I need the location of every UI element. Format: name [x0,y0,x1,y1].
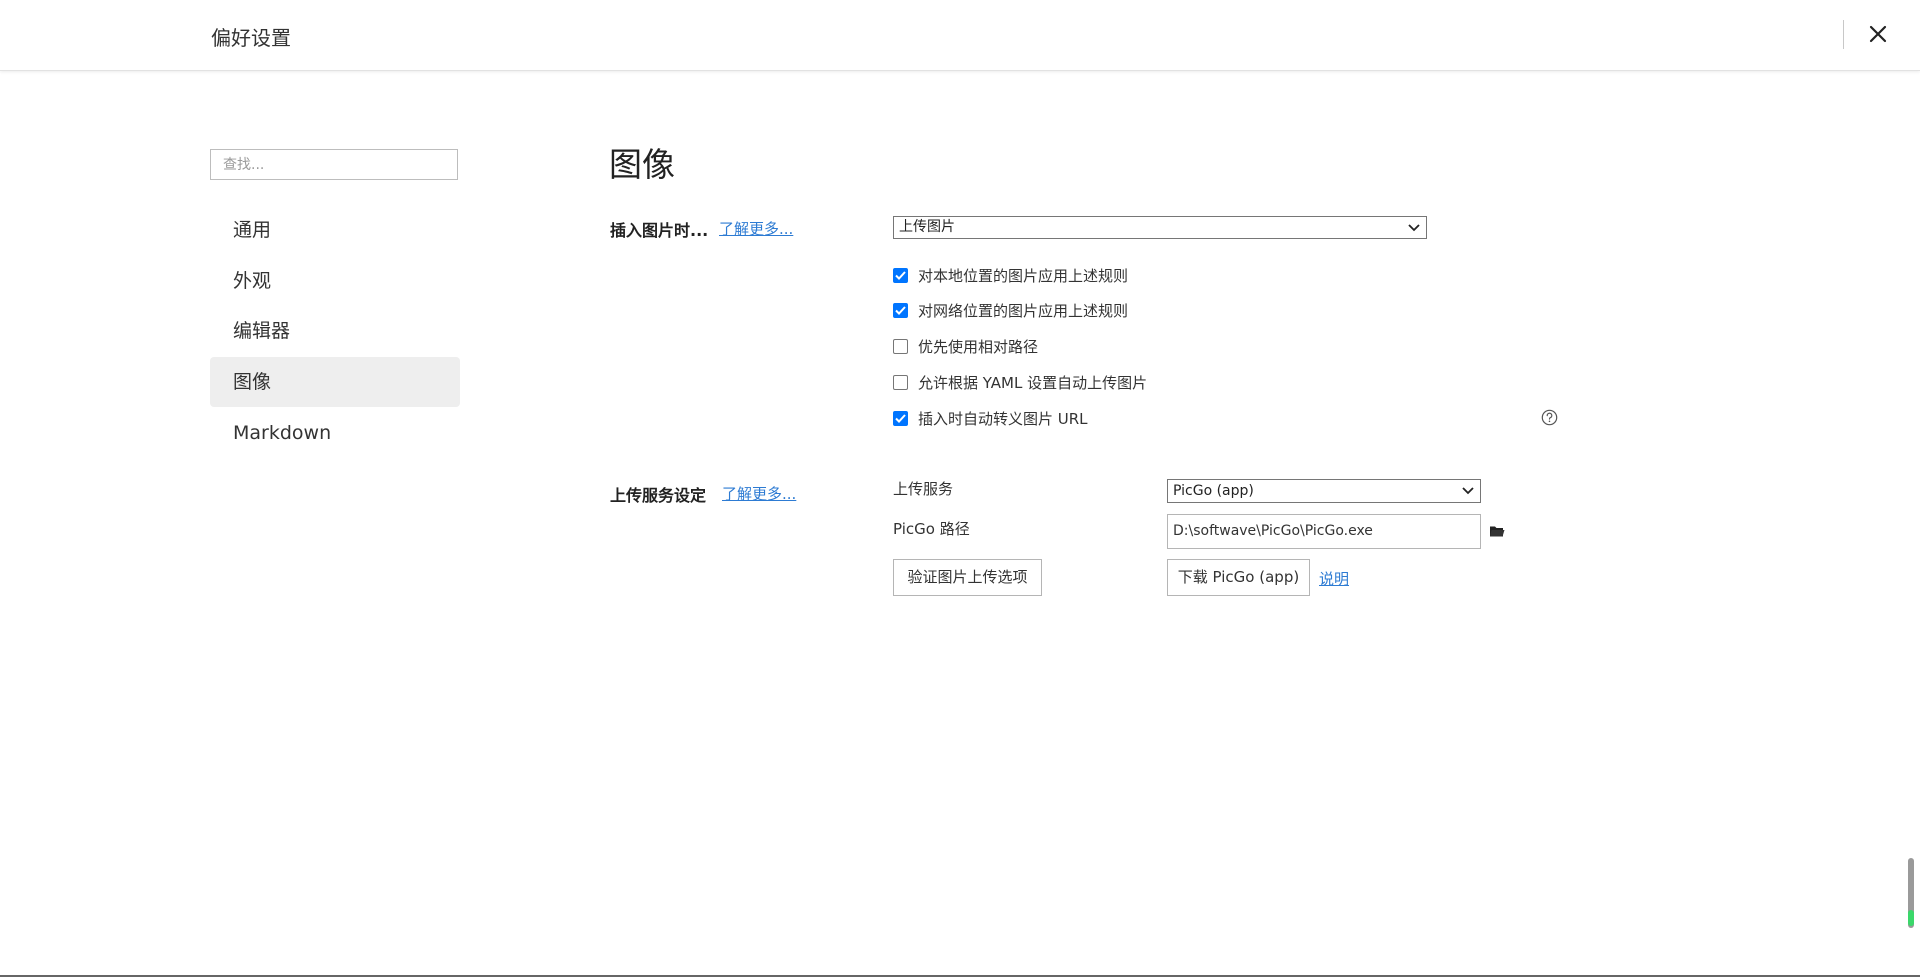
picgo-doc-link[interactable]: 说明 [1319,568,1349,589]
upload-service-value: PicGo (app) [1173,483,1254,499]
chevron-down-icon [1408,223,1420,231]
checkbox-relative-path[interactable] [893,338,908,354]
header-divider [1843,20,1844,49]
sidebar-item-markdown[interactable]: Markdown [210,408,460,458]
picgo-path-label: PicGo 路径 [893,520,970,538]
option-label: 对本地位置的图片应用上述规则 [918,266,1129,285]
picgo-path-input[interactable]: D:\softwave\PicGo\PicGo.exe [1167,514,1481,549]
scroll-indicator [1908,910,1914,926]
question-circle-icon[interactable] [1541,409,1558,426]
download-picgo-button[interactable]: 下载 PicGo (app) [1167,559,1310,596]
sidebar-item-image[interactable]: 图像 [210,357,460,407]
upload-service-select[interactable]: PicGo (app) [1167,479,1481,503]
window-title: 偏好设置 [211,26,291,50]
option-apply-network[interactable]: 对网络位置的图片应用上述规则 [893,299,1128,321]
upload-service-label: 上传服务 [893,480,954,498]
checkbox-apply-local[interactable] [893,267,908,283]
upload-learn-more-link[interactable]: 了解更多... [722,483,796,504]
checkmark-icon [895,413,906,423]
option-label: 允许根据 YAML 设置自动上传图片 [918,373,1148,392]
page-title: 图像 [609,145,675,184]
insert-action-value: 上传图片 [899,219,955,235]
sidebar-item-editor[interactable]: 编辑器 [210,306,460,356]
upload-service-section-label: 上传服务设定 [610,486,707,505]
checkmark-icon [895,305,906,315]
preferences-header: 偏好设置 [0,0,1920,71]
checkmark-icon [895,270,906,280]
option-apply-local[interactable]: 对本地位置的图片应用上述规则 [893,264,1128,286]
folder-icon[interactable] [1489,524,1505,538]
sidebar-item-appearance[interactable]: 外观 [210,256,460,306]
option-relative-path[interactable]: 优先使用相对路径 [893,335,1038,357]
chevron-down-icon [1462,487,1474,495]
sidebar-item-general[interactable]: 通用 [210,205,460,255]
close-icon [1869,25,1887,43]
verify-upload-button[interactable]: 验证图片上传选项 [893,559,1042,596]
insert-image-section-label: 插入图片时... [610,221,709,240]
checkbox-yaml-upload[interactable] [893,374,908,390]
settings-search-input[interactable] [210,149,458,180]
option-label: 插入时自动转义图片 URL [918,409,1088,428]
insert-action-select[interactable]: 上传图片 [893,216,1427,239]
option-yaml-upload[interactable]: 允许根据 YAML 设置自动上传图片 [893,371,1147,393]
checkbox-escape-url[interactable] [893,410,908,426]
close-button[interactable] [1862,17,1894,51]
checkbox-apply-network[interactable] [893,302,908,318]
insert-learn-more-link[interactable]: 了解更多... [719,218,793,239]
option-label: 对网络位置的图片应用上述规则 [918,301,1129,320]
option-escape-url[interactable]: 插入时自动转义图片 URL [893,407,1088,429]
option-label: 优先使用相对路径 [918,337,1039,356]
